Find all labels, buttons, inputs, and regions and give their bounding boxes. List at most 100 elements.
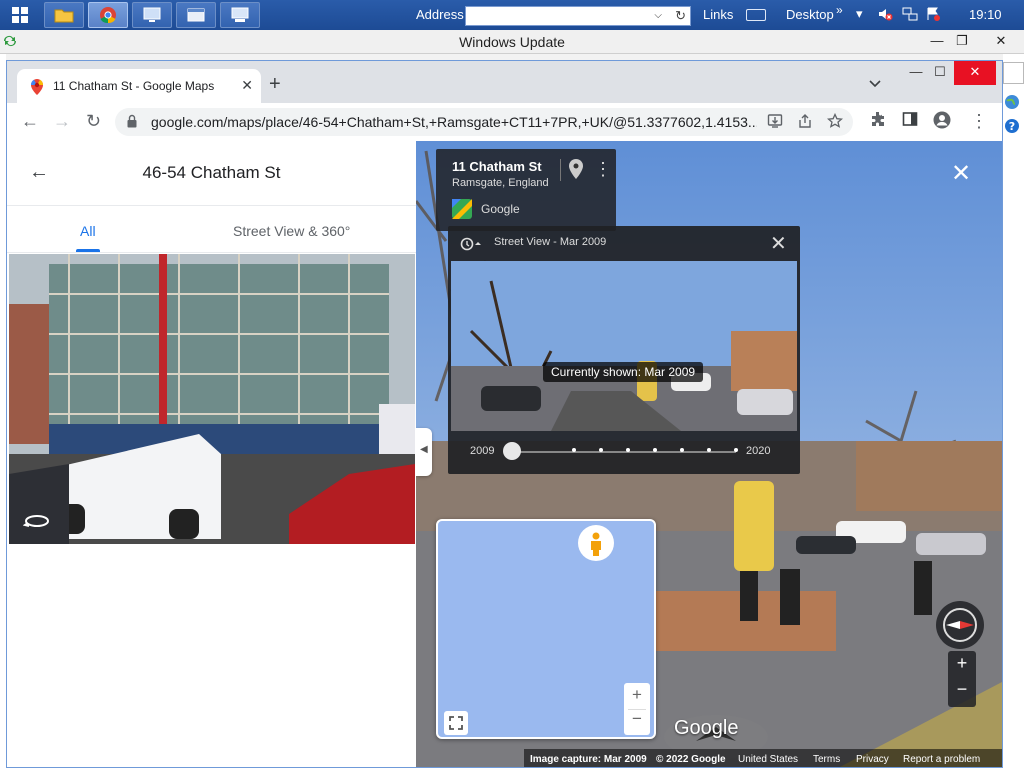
privacy-link[interactable]: Privacy [856, 754, 889, 765]
time-travel-title: Street View - Mar 2009 [494, 236, 607, 248]
windows-logo-icon [12, 7, 28, 23]
rotate-360-icon[interactable] [23, 512, 51, 530]
mini-map[interactable]: + − [436, 519, 656, 739]
computer-icon [231, 7, 249, 22]
close-street-view-icon[interactable]: ✕ [951, 159, 971, 188]
new-tab-button[interactable]: + [269, 73, 281, 96]
google-logo: Google [674, 717, 739, 739]
compass-icon[interactable] [936, 601, 984, 649]
taskbar-app-3[interactable] [132, 2, 172, 28]
timeline-date-dot[interactable] [653, 448, 657, 452]
chevron-left-icon: ◀ [420, 444, 428, 455]
pegman-icon[interactable] [578, 525, 614, 561]
timeline-end-year: 2020 [746, 445, 771, 457]
chrome-menu-icon[interactable]: ⋮ [970, 111, 988, 132]
chevron-down-icon[interactable]: ⌵ [654, 10, 662, 21]
report-problem-link[interactable]: Report a problem [903, 754, 980, 765]
address-card: 11 Chatham St Ramsgate, England ⋮ Google [436, 149, 616, 231]
links-toolbar[interactable]: Links [703, 7, 733, 22]
timeline-start-year: 2009 [470, 445, 495, 457]
clock[interactable]: 19:10 [969, 7, 1002, 22]
zoom-in-button[interactable]: + [948, 653, 976, 674]
imagery-source: Google [481, 202, 520, 216]
chrome-close-button[interactable]: ✕ [954, 61, 996, 85]
timeline-slider-thumb[interactable] [503, 442, 521, 460]
street-view-canvas[interactable]: ◀ 11 Chatham St Ramsgate, England ⋮ Goog… [416, 141, 1002, 767]
street-view-zoom-controls: + − [948, 651, 976, 707]
street-photo[interactable] [9, 254, 415, 544]
mini-map-zoom-controls: + − [624, 683, 650, 735]
timeline-date-dot[interactable] [680, 448, 684, 452]
extensions-icon[interactable] [870, 111, 886, 132]
more-options-icon[interactable]: ⋮ [594, 159, 612, 180]
country-link[interactable]: United States [738, 754, 798, 765]
mini-map-zoom-in-button[interactable]: + [624, 685, 650, 705]
collapse-panel-button[interactable]: ◀ [416, 428, 432, 476]
network-icon[interactable] [902, 6, 918, 25]
action-center-icon[interactable] [925, 6, 941, 25]
tab-close-icon[interactable]: ✕ [241, 77, 253, 94]
omnibox[interactable]: google.com/maps/place/46-54+Chatham+St,+… [115, 108, 853, 136]
timeline-track[interactable] [514, 451, 736, 453]
windows-update-titlebar: Windows Update — ❐ ✕ [0, 30, 1024, 54]
timeline-date-dot[interactable] [707, 448, 711, 452]
copyright: © 2022 Google [656, 754, 726, 765]
toolbar-overflow-icon[interactable]: » [836, 3, 843, 17]
tab-search-icon[interactable] [869, 77, 881, 91]
refresh-icon[interactable]: ↻ [675, 8, 686, 24]
chrome-window: 11 Chatham St - Google Maps ✕ + — ☐ ✕ ← … [6, 60, 1003, 768]
forward-arrow-icon[interactable]: → [53, 111, 71, 132]
globe-icon[interactable] [1004, 94, 1020, 110]
folder-icon [54, 9, 74, 23]
time-travel-panel: Street View - Mar 2009 ✕ Currently shown… [448, 226, 800, 474]
zoom-out-button[interactable]: − [948, 679, 976, 700]
window-icon [187, 8, 205, 22]
side-panel-icon[interactable] [902, 111, 918, 132]
profile-avatar-icon[interactable] [933, 111, 951, 134]
restore-button[interactable]: ❐ [949, 30, 975, 52]
fullscreen-icon[interactable] [444, 711, 468, 735]
bookmark-star-icon[interactable] [826, 112, 844, 133]
location-pin-icon[interactable] [569, 159, 583, 179]
tray-expand-icon[interactable]: ▾ [856, 6, 863, 22]
mini-map-zoom-out-button[interactable]: − [624, 709, 650, 729]
back-arrow-icon[interactable]: ← [21, 111, 39, 132]
tab-all[interactable]: All [80, 223, 96, 239]
taskbar-chrome[interactable] [88, 2, 128, 28]
divider [560, 159, 561, 181]
volume-muted-icon[interactable] [877, 6, 893, 25]
install-icon[interactable] [767, 113, 783, 133]
google-maps-icon [452, 199, 472, 219]
close-time-travel-icon[interactable]: ✕ [770, 231, 787, 256]
address-input[interactable]: ⌵ ↻ [465, 6, 691, 26]
minimize-button[interactable]: — [924, 30, 950, 52]
timeline-date-dot[interactable] [572, 448, 576, 452]
tab-street-view-360[interactable]: Street View & 360° [233, 223, 350, 239]
taskbar-file-explorer[interactable] [44, 2, 84, 28]
taskbar-app-4[interactable] [176, 2, 216, 28]
svg-text:?: ? [1009, 120, 1015, 133]
reload-icon[interactable]: ↻ [86, 111, 101, 132]
address-label: Address [416, 7, 464, 22]
history-icon[interactable] [460, 236, 482, 252]
address-city: Ramsgate, England [452, 177, 549, 189]
timeline-date-dot[interactable] [734, 448, 738, 452]
desktop-toolbar[interactable]: Desktop [786, 7, 834, 22]
historic-preview-image[interactable] [451, 261, 797, 431]
place-title: 46-54 Chatham St [142, 163, 281, 182]
background-address-field[interactable] [1003, 62, 1024, 84]
divider [7, 252, 416, 253]
timeline-date-dot[interactable] [599, 448, 603, 452]
taskbar-app-5[interactable] [220, 2, 260, 28]
terms-link[interactable]: Terms [813, 754, 840, 765]
share-icon[interactable] [797, 113, 813, 133]
keyboard-icon[interactable] [746, 9, 766, 21]
url-text[interactable]: google.com/maps/place/46-54+Chatham+St,+… [151, 114, 757, 130]
timeline-date-dot[interactable] [626, 448, 630, 452]
start-button[interactable] [0, 0, 40, 30]
lock-icon[interactable] [127, 114, 137, 128]
close-button[interactable]: ✕ [988, 30, 1014, 52]
tab-title: 11 Chatham St - Google Maps [53, 79, 215, 93]
help-icon[interactable]: ? [1004, 118, 1020, 134]
tab-google-maps[interactable]: 11 Chatham St - Google Maps ✕ [17, 69, 261, 103]
